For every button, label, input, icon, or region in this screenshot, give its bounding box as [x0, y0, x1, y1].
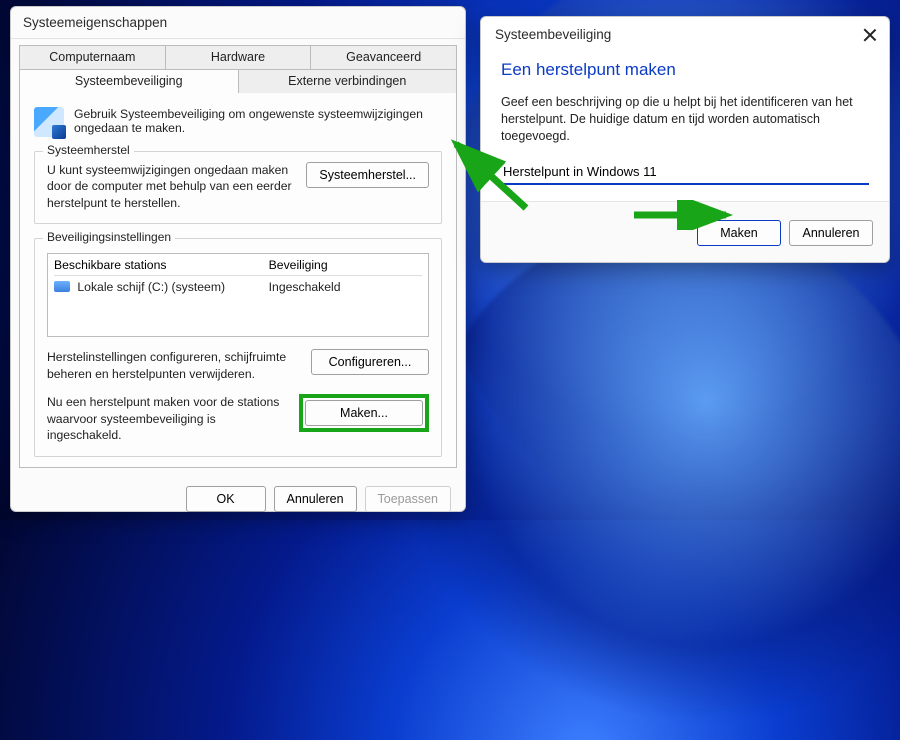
- restore-point-name-input[interactable]: [501, 161, 869, 185]
- create-restore-point-dialog: Systeembeveiliging Een herstelpunt maken…: [480, 16, 890, 263]
- tab-hardware[interactable]: Hardware: [166, 45, 312, 69]
- dialog-title: Systeembeveiliging: [495, 27, 611, 42]
- configure-description: Herstelinstellingen configureren, schijf…: [47, 349, 301, 382]
- group-protection-settings: Beveiligingsinstellingen Beschikbare sta…: [34, 238, 442, 456]
- shield-monitor-icon: [34, 107, 64, 137]
- dialog-heading: Een herstelpunt maken: [501, 60, 869, 80]
- col-header-drives: Beschikbare stations: [54, 258, 269, 272]
- window-title: Systeemeigenschappen: [11, 7, 465, 39]
- tab-system-protection[interactable]: Systeembeveiliging: [19, 69, 239, 93]
- cancel-button[interactable]: Annuleren: [274, 486, 357, 512]
- dialog-description: Geef een beschrijving op die u helpt bij…: [501, 94, 869, 145]
- system-properties-window: Systeemeigenschappen Computernaam Hardwa…: [10, 6, 466, 512]
- drive-name: Lokale schijf (C:) (systeem): [77, 280, 225, 294]
- create-description: Nu een herstelpunt maken voor de station…: [47, 394, 289, 443]
- tab-advanced[interactable]: Geavanceerd: [311, 45, 457, 69]
- group-title-restore: Systeemherstel: [43, 143, 134, 157]
- tab-computer-name[interactable]: Computernaam: [19, 45, 166, 69]
- tabs-row-2: Systeembeveiliging Externe verbindingen: [19, 69, 457, 93]
- intro-text: Gebruik Systeembeveiliging om ongewenste…: [74, 107, 442, 137]
- system-restore-button[interactable]: Systeemherstel...: [306, 162, 429, 188]
- dialog-buttons: OK Annuleren Toepassen: [11, 476, 465, 512]
- create-button-highlight: Maken...: [299, 394, 429, 432]
- tabs-row-1: Computernaam Hardware Geavanceerd: [19, 45, 457, 69]
- table-row[interactable]: Lokale schijf (C:) (systeem) Ingeschakel…: [54, 276, 422, 294]
- tab-remote[interactable]: Externe verbindingen: [239, 69, 458, 93]
- restore-description: U kunt systeemwijzigingen ongedaan maken…: [47, 162, 296, 211]
- dialog-cancel-button[interactable]: Annuleren: [789, 220, 873, 246]
- drives-table: Beschikbare stations Beveiliging Lokale …: [47, 253, 429, 337]
- group-system-restore: Systeemherstel U kunt systeemwijzigingen…: [34, 151, 442, 224]
- apply-button: Toepassen: [365, 486, 451, 512]
- tab-panel-system-protection: Gebruik Systeembeveiliging om ongewenste…: [19, 93, 457, 468]
- configure-button[interactable]: Configureren...: [311, 349, 429, 375]
- group-title-settings: Beveiligingsinstellingen: [43, 230, 175, 244]
- drive-icon: [54, 281, 70, 292]
- drive-status: Ingeschakeld: [269, 280, 422, 294]
- col-header-status: Beveiliging: [269, 258, 422, 272]
- make-button[interactable]: Maken: [697, 220, 781, 246]
- ok-button[interactable]: OK: [186, 486, 266, 512]
- close-icon[interactable]: [863, 28, 877, 42]
- create-restore-point-button[interactable]: Maken...: [305, 400, 423, 426]
